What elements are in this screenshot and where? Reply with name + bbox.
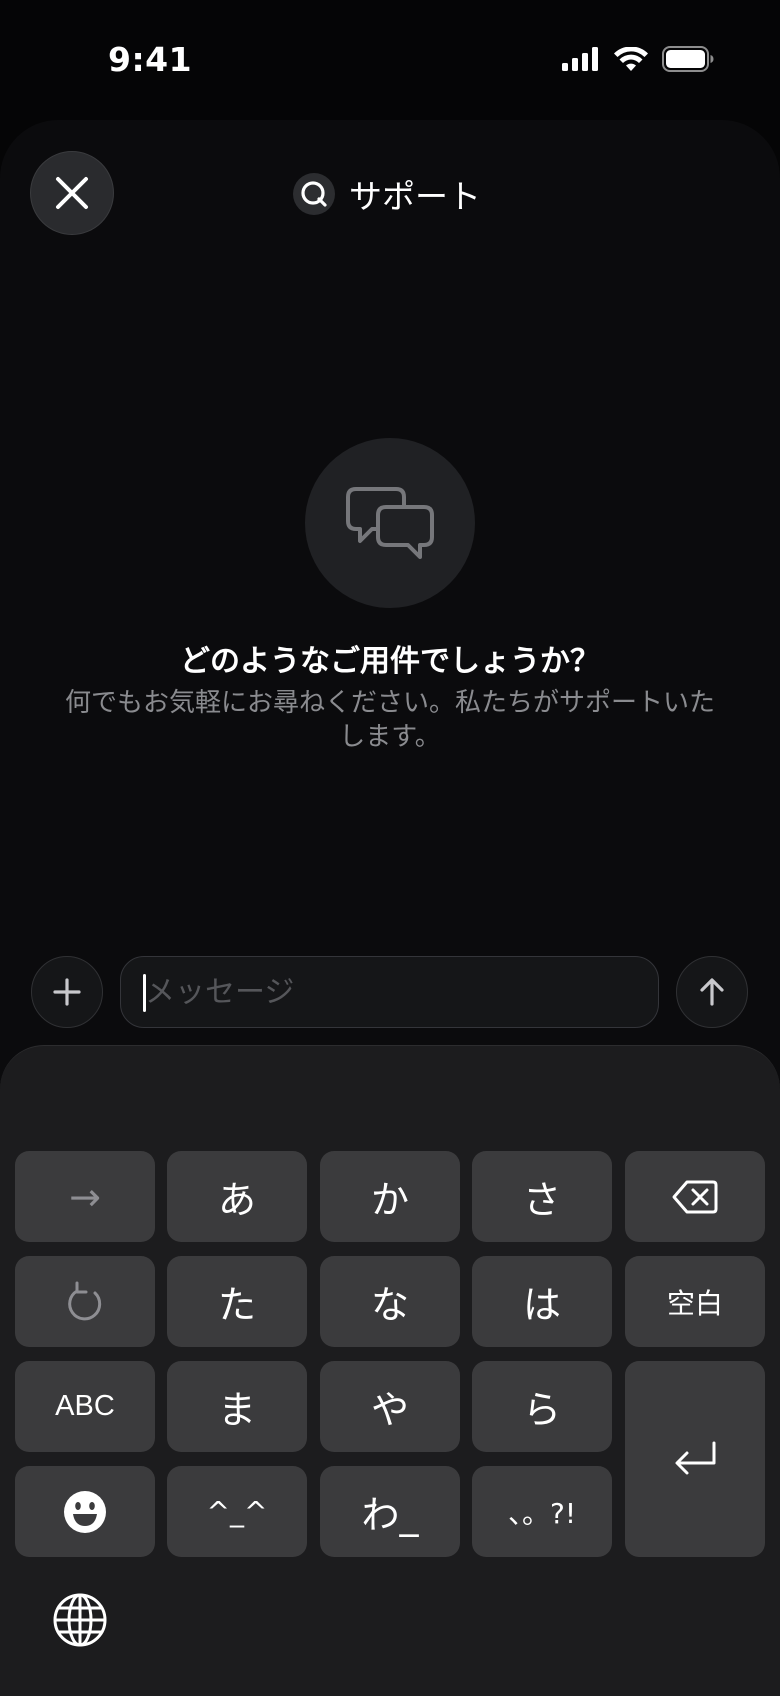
- key-label: な: [370, 1283, 409, 1327]
- message-composer: [0, 956, 780, 1028]
- key-label: ま: [217, 1388, 256, 1432]
- key-sa[interactable]: さ: [472, 1151, 612, 1242]
- arrow-up-icon: [700, 978, 724, 1006]
- key-ka[interactable]: か: [320, 1151, 460, 1242]
- brand-logo-icon: [293, 173, 335, 215]
- page-title: サポート: [349, 177, 481, 216]
- emoji-icon: [64, 1490, 106, 1533]
- globe-icon[interactable]: [52, 1592, 108, 1648]
- backspace-icon: [672, 1180, 718, 1213]
- close-button[interactable]: [30, 151, 114, 235]
- key-label: た: [217, 1283, 256, 1327]
- key-a[interactable]: あ: [167, 1151, 307, 1242]
- status-bar: 9:41: [0, 0, 780, 120]
- return-icon: [675, 1441, 716, 1475]
- attach-button[interactable]: [31, 956, 103, 1028]
- key-next-arrow[interactable]: →: [15, 1151, 155, 1242]
- cellular-signal-icon: [562, 47, 598, 71]
- key-label: さ: [522, 1178, 561, 1222]
- key-label: か: [370, 1178, 409, 1222]
- key-label: ^_^: [206, 1495, 268, 1528]
- wifi-icon: [614, 46, 648, 71]
- key-delete[interactable]: [625, 1151, 765, 1242]
- message-input[interactable]: [120, 956, 659, 1028]
- chat-bubbles-icon: [346, 487, 434, 559]
- key-emoji[interactable]: [15, 1466, 155, 1557]
- key-label: →: [69, 1174, 101, 1219]
- key-abc[interactable]: ABC: [15, 1361, 155, 1452]
- close-icon: [56, 177, 88, 209]
- key-label: 、。?!: [507, 1496, 577, 1530]
- key-return[interactable]: [625, 1361, 765, 1557]
- key-na[interactable]: な: [320, 1256, 460, 1347]
- status-time: 9:41: [108, 40, 193, 79]
- battery-icon: [662, 46, 714, 72]
- key-space[interactable]: 空白: [625, 1256, 765, 1347]
- key-punctuation[interactable]: 、。?!: [472, 1466, 612, 1557]
- empty-state-title: どのようなご用件でしょうか？: [180, 644, 600, 679]
- undo-icon: [68, 1281, 102, 1320]
- key-kaomoji[interactable]: ^_^: [167, 1466, 307, 1557]
- empty-state-icon-container: [305, 438, 475, 608]
- key-label: わ_: [361, 1493, 419, 1537]
- plus-icon: [53, 978, 81, 1006]
- key-ya[interactable]: や: [320, 1361, 460, 1452]
- key-ta[interactable]: た: [167, 1256, 307, 1347]
- send-button[interactable]: [676, 956, 748, 1028]
- key-label: 空白: [666, 1286, 723, 1320]
- empty-state-subtitle: 何でもお気軽にお尋ねください。私たちがサポートいたします。: [64, 688, 715, 752]
- key-wa[interactable]: わ_: [320, 1466, 460, 1557]
- key-ra[interactable]: ら: [472, 1361, 612, 1452]
- key-label: は: [522, 1283, 561, 1327]
- key-undo[interactable]: [15, 1256, 155, 1347]
- text-caret: [143, 974, 146, 1012]
- status-icons: [562, 46, 714, 72]
- key-label: ABC: [55, 1390, 115, 1422]
- key-label: あ: [217, 1178, 256, 1222]
- key-ma[interactable]: ま: [167, 1361, 307, 1452]
- header-title: サポート: [293, 170, 481, 218]
- key-label: や: [370, 1388, 409, 1432]
- key-label: ら: [522, 1388, 561, 1432]
- key-ha[interactable]: は: [472, 1256, 612, 1347]
